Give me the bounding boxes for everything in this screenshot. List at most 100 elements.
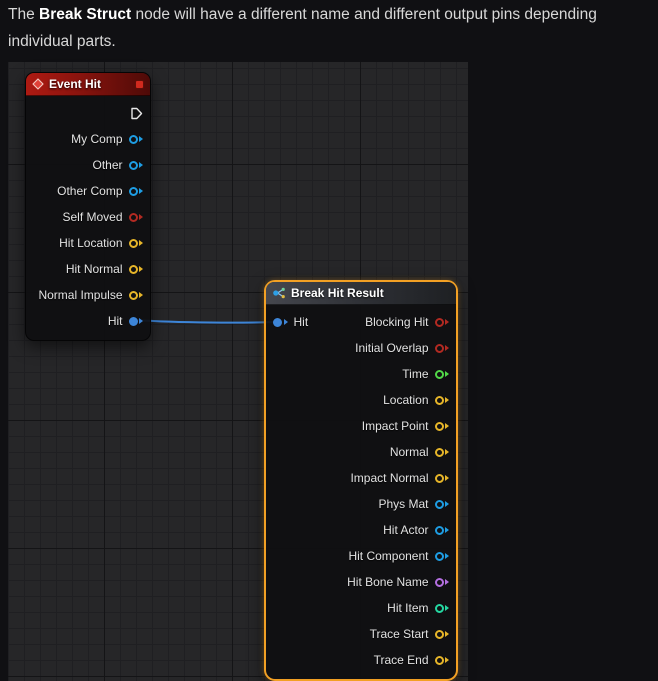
pin-row: Hit Location [26, 230, 150, 256]
pin-row: Time [266, 361, 456, 387]
pin-row: Other [26, 152, 150, 178]
doc-text: The Break Struct node will have a differ… [8, 1, 658, 55]
pin-label: Phys Mat [378, 497, 429, 511]
object-pin-icon[interactable] [128, 160, 143, 170]
object-pin-icon[interactable] [128, 134, 143, 144]
vector-pin-icon[interactable] [128, 290, 143, 300]
pin-label: Hit Item [387, 601, 429, 615]
name-pin-icon[interactable] [434, 577, 449, 587]
pin-row: Normal Impulse [26, 282, 150, 308]
pin-row: Impact Point [266, 413, 456, 439]
pin-label: Trace End [373, 653, 429, 667]
pin-label: My Comp [71, 132, 123, 146]
event-hit-header[interactable]: Event Hit [26, 73, 150, 96]
float-pin-icon[interactable] [434, 369, 449, 379]
exec-pin-icon[interactable] [130, 107, 143, 120]
struct-pin-icon[interactable] [273, 317, 288, 327]
pin-row: Phys Mat [266, 491, 456, 517]
pin-label: Hit Location [59, 236, 123, 250]
break-node-pin-list: Hit Blocking Hit Initial Overlap Time Locati… [266, 305, 456, 679]
pin-label: Location [383, 393, 429, 407]
event-hit-node[interactable]: Event Hit My Comp Other Other Comp Self Mov… [25, 72, 151, 341]
object-pin-icon[interactable] [128, 186, 143, 196]
vector-pin-icon[interactable] [434, 655, 449, 665]
event-hit-pin-list: My Comp Other Other Comp Self Moved Hit Loca… [26, 96, 150, 340]
output-cell: Impact Normal [350, 471, 449, 485]
pin-row: Hit Normal [26, 256, 150, 282]
bool-pin-icon[interactable] [434, 317, 449, 327]
vector-pin-icon[interactable] [434, 629, 449, 639]
output-cell: Blocking Hit [365, 315, 449, 329]
doc-bold-term: Break Struct [39, 6, 132, 23]
pin-row: Trace Start [266, 621, 456, 647]
pin-label: Hit Component [348, 549, 429, 563]
bool-pin-icon[interactable] [128, 212, 143, 222]
vector-pin-icon[interactable] [434, 447, 449, 457]
pin-label: Impact Normal [350, 471, 429, 485]
hit-connection-wire[interactable] [134, 319, 280, 324]
output-cell: Initial Overlap [355, 341, 449, 355]
vector-pin-icon[interactable] [128, 238, 143, 248]
pin-label: Normal Impulse [38, 288, 123, 302]
pin-row [26, 100, 150, 126]
pin-row: Hit Actor [266, 517, 456, 543]
int-pin-icon[interactable] [434, 603, 449, 613]
object-pin-icon[interactable] [434, 499, 449, 509]
doc-text-post: node will have a different name and diff… [131, 6, 597, 23]
pin-label: Hit Normal [65, 262, 123, 276]
page: { "intro": { "line1_pre": "The ", "line1… [0, 0, 658, 681]
break-node-title: Break Hit Result [291, 286, 384, 300]
object-pin-icon[interactable] [434, 551, 449, 561]
pin-label: Other Comp [57, 184, 123, 198]
pin-label: Blocking Hit [365, 315, 429, 329]
output-cell: Normal [390, 445, 449, 459]
pin-row: Initial Overlap [266, 335, 456, 361]
pin-label: Initial Overlap [355, 341, 429, 355]
pin-label: Hit Bone Name [347, 575, 429, 589]
output-cell: Hit Bone Name [347, 575, 449, 589]
output-cell: Hit Item [387, 601, 449, 615]
output-cell: Location [383, 393, 449, 407]
output-cell: Hit Actor [383, 523, 449, 537]
pin-row: Hit Item [266, 595, 456, 621]
pin-label: Impact Point [361, 419, 429, 433]
break-hit-result-node[interactable]: Break Hit Result Hit Blocking Hit Initial … [264, 280, 458, 681]
pin-row: Hit Blocking Hit [266, 309, 456, 335]
pin-row: Other Comp [26, 178, 150, 204]
pin-label: Other [92, 158, 123, 172]
pin-row: Self Moved [26, 204, 150, 230]
pin-row: Location [266, 387, 456, 413]
event-icon [32, 78, 44, 90]
vector-pin-icon[interactable] [434, 395, 449, 405]
break-node-header[interactable]: Break Hit Result [266, 282, 456, 305]
output-cell: Time [402, 367, 449, 381]
doc-paragraph-line-2: individual parts. [8, 33, 116, 50]
output-cell: Trace End [374, 653, 449, 667]
bool-pin-icon[interactable] [434, 343, 449, 353]
vector-pin-icon[interactable] [434, 473, 449, 483]
pin-row: Hit [26, 308, 150, 334]
delegate-pin-icon[interactable] [135, 79, 144, 89]
pin-label: Self Moved [62, 210, 123, 224]
blueprint-graph-canvas[interactable]: Event Hit My Comp Other Other Comp Self Mov… [8, 62, 468, 681]
pin-row: Hit Bone Name [266, 569, 456, 595]
break-struct-icon [273, 287, 285, 299]
object-pin-icon[interactable] [434, 525, 449, 535]
output-cell: Hit Component [348, 549, 449, 563]
pin-row: Normal [266, 439, 456, 465]
doc-text-pre: The [8, 6, 40, 23]
vector-pin-icon[interactable] [434, 421, 449, 431]
pin-row: Trace End [266, 647, 456, 673]
pin-label: Trace Start [369, 627, 429, 641]
vector-pin-icon[interactable] [128, 264, 143, 274]
pin-label: Time [402, 367, 429, 381]
input-cell: Hit [273, 315, 308, 329]
struct-pin-icon[interactable] [128, 316, 143, 326]
doc-paragraph-line-1: The Break Struct node will have a differ… [8, 1, 658, 28]
event-node-title: Event Hit [49, 77, 102, 91]
pin-row: My Comp [26, 126, 150, 152]
output-cell: Impact Point [362, 419, 449, 433]
pin-row: Hit Component [266, 543, 456, 569]
pin-label: Hit [107, 314, 123, 328]
pin-label: Normal [389, 445, 429, 459]
